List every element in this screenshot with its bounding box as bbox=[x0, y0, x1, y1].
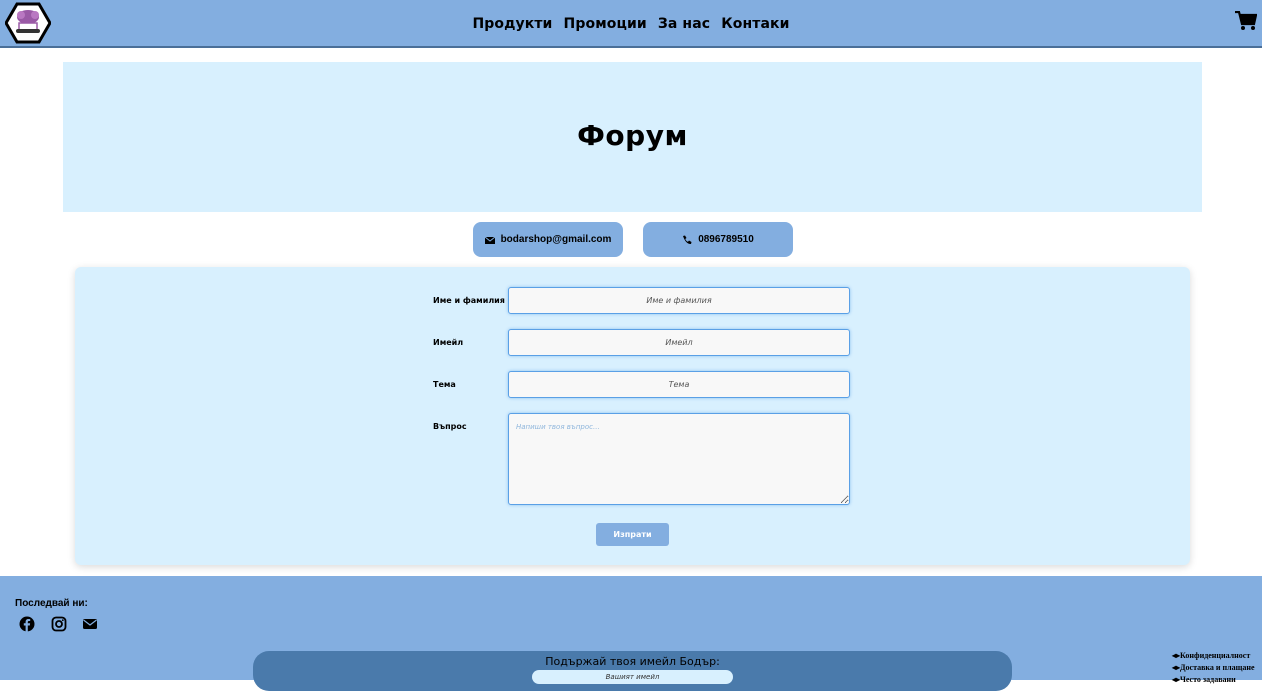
nav-link-promotions[interactable]: Промоции bbox=[564, 16, 647, 32]
submit-button[interactable]: Изпрати bbox=[596, 523, 669, 546]
site-footer: Последвай ни: Подържай твоя имейл Бодър:… bbox=[0, 576, 1262, 691]
email-label: Имейл bbox=[433, 338, 464, 347]
question-label: Въпрос bbox=[433, 422, 467, 431]
subject-label: Тема bbox=[433, 380, 456, 389]
main-nav: Продукти Промоции За нас Контаки bbox=[0, 13, 1262, 32]
footer-link-privacy[interactable]: ◂▸Конфиденциалност bbox=[1172, 650, 1255, 662]
facebook-icon[interactable] bbox=[19, 616, 35, 632]
follow-us-label: Последвай ни: bbox=[15, 598, 88, 609]
nav-link-contacts[interactable]: Контаки bbox=[721, 16, 789, 32]
nav-link-about[interactable]: За нас bbox=[658, 16, 710, 32]
page-title: Форум bbox=[577, 119, 688, 152]
newsletter-email-input[interactable] bbox=[532, 670, 733, 684]
shopping-cart-icon[interactable] bbox=[1235, 11, 1257, 31]
envelope-icon[interactable] bbox=[82, 616, 98, 632]
email-field[interactable] bbox=[508, 329, 850, 356]
footer-links: ◂▸Конфиденциалност ◂▸Доставка и плащане … bbox=[1172, 650, 1255, 686]
name-label: Име и фамилия bbox=[433, 296, 505, 305]
hero-banner: Форум bbox=[63, 62, 1202, 212]
instagram-icon[interactable] bbox=[51, 616, 67, 632]
envelope-icon bbox=[484, 236, 495, 244]
subject-field[interactable] bbox=[508, 371, 850, 398]
phone-icon bbox=[683, 235, 692, 244]
footer-link-faq[interactable]: ◂▸Често задавани bbox=[1172, 674, 1255, 686]
footer-link-delivery[interactable]: ◂▸Доставка и плащане bbox=[1172, 662, 1255, 674]
name-field[interactable] bbox=[508, 287, 850, 314]
email-contact-button[interactable]: bodarshop@gmail.com bbox=[473, 222, 623, 257]
question-textarea[interactable] bbox=[508, 413, 850, 505]
contact-phone: 0896789510 bbox=[698, 234, 754, 245]
phone-contact-button[interactable]: 0896789510 bbox=[643, 222, 793, 257]
newsletter-box: Подържай твоя имейл Бодър: bbox=[253, 651, 1012, 691]
nav-link-products[interactable]: Продукти bbox=[472, 16, 552, 32]
site-header: Продукти Промоции За нас Контаки bbox=[0, 0, 1262, 48]
newsletter-title: Подържай твоя имейл Бодър: bbox=[545, 655, 720, 668]
contact-email: bodarshop@gmail.com bbox=[500, 234, 612, 245]
